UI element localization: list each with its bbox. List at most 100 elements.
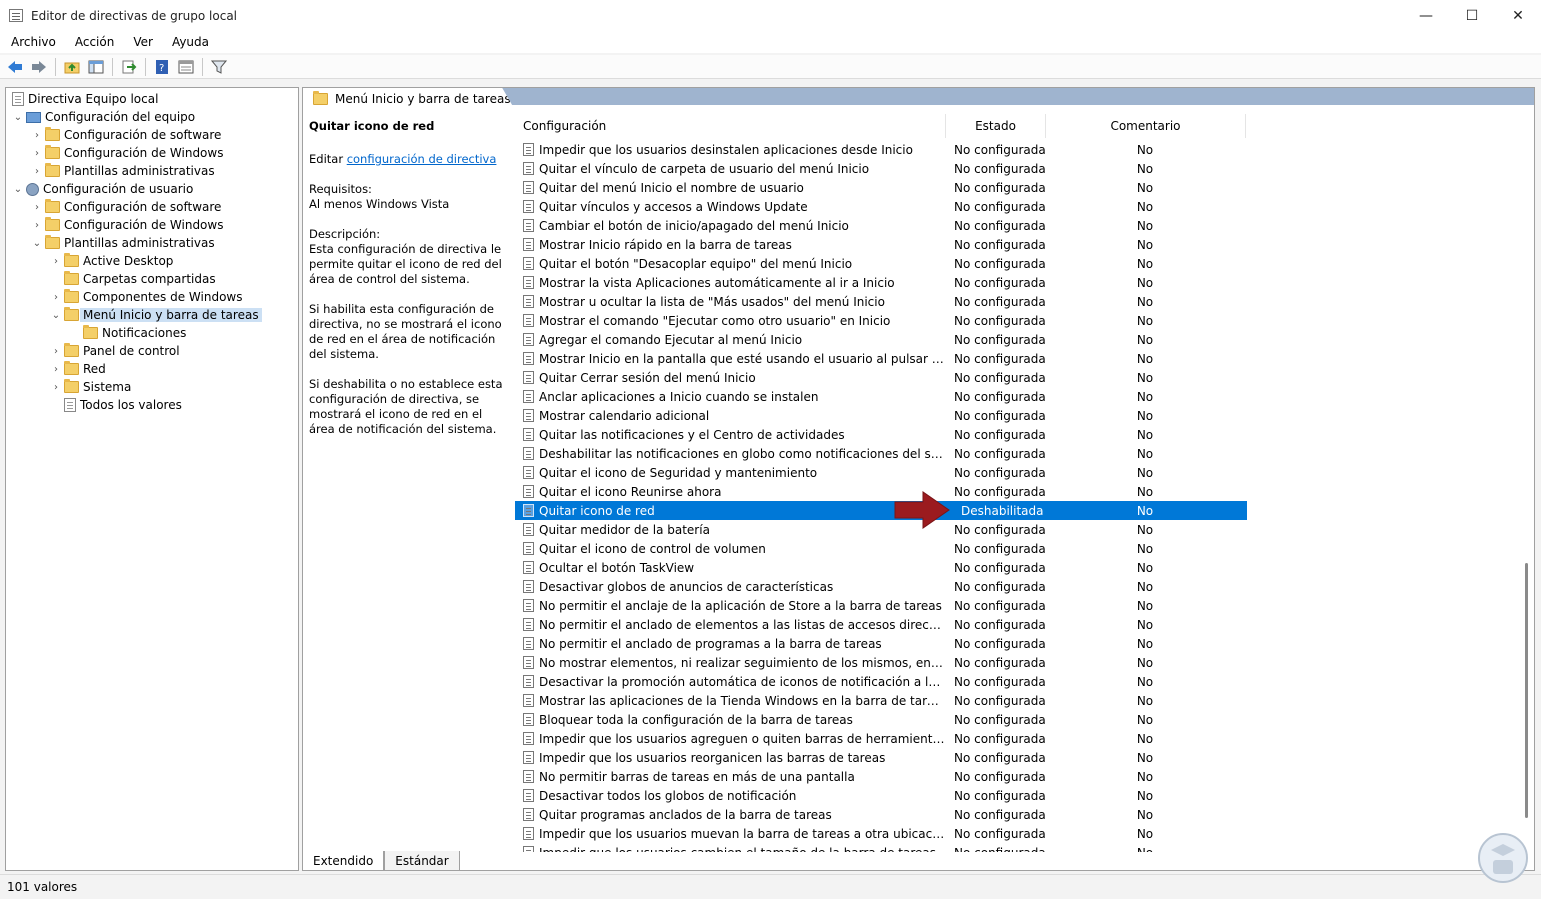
table-row[interactable]: No permitir barras de tareas en más de u… [515, 767, 1247, 786]
menu-accion[interactable]: Acción [64, 35, 122, 49]
tree-node[interactable]: ⌄ Plantillas administrativas [29, 234, 215, 252]
table-row[interactable]: Desactivar todos los globos de notificac… [515, 786, 1247, 805]
comment-cell: No [1136, 237, 1154, 252]
table-row[interactable]: Quitar programas anclados de la barra de… [515, 805, 1247, 824]
table-row[interactable]: Anclar aplicaciones a Inicio cuando se i… [515, 387, 1247, 406]
tree-node[interactable]: › Red [48, 360, 106, 378]
tree-node[interactable]: › Componentes de Windows [48, 288, 243, 306]
table-row[interactable]: Quitar vínculos y accesos a Windows Upda… [515, 197, 1247, 216]
tree-node[interactable]: › Configuración de Windows [29, 144, 223, 162]
table-row[interactable]: Quitar el vínculo de carpeta de usuario … [515, 159, 1247, 178]
table-row[interactable]: Impedir que los usuarios desinstalen apl… [515, 140, 1247, 159]
table-row[interactable]: Mostrar Inicio en la pantalla que esté u… [515, 349, 1247, 368]
tree-node[interactable]: › Panel de control [48, 342, 180, 360]
table-row[interactable]: Impedir que los usuarios muevan la barra… [515, 824, 1247, 843]
table-row[interactable]: Quitar el icono de Seguridad y mantenimi… [515, 463, 1247, 482]
tree-node[interactable]: › Plantillas administrativas [29, 162, 215, 180]
chevron-right-icon[interactable]: › [48, 346, 64, 357]
table-row[interactable]: Quitar del menú Inicio el nombre de usua… [515, 178, 1247, 197]
table-row[interactable]: Impedir que los usuarios reorganicen las… [515, 748, 1247, 767]
table-row[interactable]: Deshabilitar las notificaciones en globo… [515, 444, 1247, 463]
tree-node[interactable]: Notificaciones [67, 324, 186, 342]
close-button[interactable]: ✕ [1495, 0, 1541, 31]
chevron-right-icon[interactable]: › [29, 148, 45, 159]
setting-name: Desactivar globos de anuncios de caracte… [539, 579, 834, 594]
tree-node[interactable]: Todos los valores [48, 396, 182, 414]
chevron-down-icon[interactable]: ⌄ [10, 184, 26, 195]
chevron-right-icon[interactable]: › [29, 130, 45, 141]
chevron-down-icon[interactable]: ⌄ [29, 238, 45, 249]
back-icon[interactable] [4, 57, 26, 77]
table-row[interactable]: Impedir que los usuarios cambien el tama… [515, 843, 1247, 852]
tree-node[interactable]: › Active Desktop [48, 252, 173, 270]
chevron-down-icon[interactable]: ⌄ [10, 112, 26, 123]
table-row[interactable]: Agregar el comando Ejecutar al menú Inic… [515, 330, 1247, 349]
filter-icon[interactable] [208, 57, 230, 77]
tree-node[interactable]: ⌄ Menú Inicio y barra de tareas [48, 306, 262, 324]
menu-ayuda[interactable]: Ayuda [161, 35, 217, 49]
vertical-scrollbar[interactable] [1525, 563, 1528, 818]
edit-policy-link[interactable]: configuración de directiva [347, 152, 497, 166]
menu-archivo[interactable]: Archivo [0, 35, 64, 49]
table-row[interactable]: Quitar el icono de control de volumen No … [515, 539, 1247, 558]
minimize-button[interactable]: — [1403, 0, 1449, 31]
maximize-button[interactable]: ☐ [1449, 0, 1495, 31]
table-row[interactable]: Desactivar globos de anuncios de caracte… [515, 577, 1247, 596]
tree-node[interactable]: › Sistema [48, 378, 131, 396]
column-header-comment[interactable]: Comentario [1046, 114, 1246, 138]
tree-node[interactable]: Directiva Equipo local [12, 90, 158, 108]
tab-estandar[interactable]: Estándar [384, 851, 460, 871]
table-row[interactable]: Quitar icono de red Deshabilitada No [515, 501, 1247, 520]
table-row[interactable]: Mostrar u ocultar la lista de "Más usado… [515, 292, 1247, 311]
show-hide-tree-icon[interactable] [85, 57, 107, 77]
setting-cell: Agregar el comando Ejecutar al menú Inic… [515, 333, 945, 347]
column-header-setting[interactable]: Configuración [515, 114, 946, 138]
tree-node[interactable]: ⌄ Configuración de usuario [10, 180, 194, 198]
chevron-right-icon[interactable]: › [48, 382, 64, 393]
table-row[interactable]: Bloquear toda la configuración de la bar… [515, 710, 1247, 729]
table-row[interactable]: Mostrar Inicio rápido en la barra de tar… [515, 235, 1247, 254]
table-row[interactable]: Mostrar calendario adicional No configura… [515, 406, 1247, 425]
tree-node[interactable]: Carpetas compartidas [48, 270, 216, 288]
chevron-right-icon[interactable]: › [48, 256, 64, 267]
chevron-right-icon[interactable]: › [48, 292, 64, 303]
tree-node[interactable]: ⌄ Configuración del equipo [10, 108, 195, 126]
table-row[interactable]: Mostrar las aplicaciones de la Tienda Wi… [515, 691, 1247, 710]
chevron-right-icon[interactable]: › [48, 364, 64, 375]
export-list-icon[interactable] [118, 57, 140, 77]
state-cell: No configurada [954, 522, 1046, 537]
list-header: Configuración Estado Comentario [515, 114, 1525, 138]
forward-icon[interactable] [28, 57, 50, 77]
chevron-down-icon[interactable]: ⌄ [48, 310, 64, 321]
table-row[interactable]: Quitar Cerrar sesión del menú Inicio No c… [515, 368, 1247, 387]
table-row[interactable]: No permitir el anclado de elementos a la… [515, 615, 1247, 634]
tree-node[interactable]: › Configuración de Windows [29, 216, 223, 234]
tab-extendido[interactable]: Extendido [302, 851, 385, 871]
state-cell: No configurada [954, 351, 1046, 366]
table-row[interactable]: No mostrar elementos, ni realizar seguim… [515, 653, 1247, 672]
tree-node[interactable]: › Configuración de software [29, 198, 221, 216]
chevron-right-icon[interactable]: › [29, 166, 45, 177]
menu-ver[interactable]: Ver [122, 35, 161, 49]
table-row[interactable]: Ocultar el botón TaskView No configurada N… [515, 558, 1247, 577]
table-row[interactable]: Mostrar la vista Aplicaciones automática… [515, 273, 1247, 292]
table-row[interactable]: Quitar el icono Reunirse ahora No configu… [515, 482, 1247, 501]
properties-icon[interactable] [175, 57, 197, 77]
help-icon[interactable]: ? [151, 57, 173, 77]
policy-setting-icon [523, 751, 534, 764]
comment-cell: No [1136, 541, 1154, 556]
table-row[interactable]: Quitar las notificaciones y el Centro de… [515, 425, 1247, 444]
table-row[interactable]: Mostrar el comando "Ejecutar como otro u… [515, 311, 1247, 330]
table-row[interactable]: Quitar el botón "Desacoplar equipo" del … [515, 254, 1247, 273]
tree-node[interactable]: › Configuración de software [29, 126, 221, 144]
table-row[interactable]: No permitir el anclado de programas a la… [515, 634, 1247, 653]
table-row[interactable]: Quitar medidor de la batería No configura… [515, 520, 1247, 539]
column-header-state[interactable]: Estado [946, 114, 1046, 138]
chevron-right-icon[interactable]: › [29, 202, 45, 213]
table-row[interactable]: Cambiar el botón de inicio/apagado del m… [515, 216, 1247, 235]
table-row[interactable]: Desactivar la promoción automática de ic… [515, 672, 1247, 691]
table-row[interactable]: Impedir que los usuarios agreguen o quit… [515, 729, 1247, 748]
table-row[interactable]: No permitir el anclaje de la aplicación … [515, 596, 1247, 615]
chevron-right-icon[interactable]: › [29, 220, 45, 231]
up-folder-icon[interactable] [61, 57, 83, 77]
